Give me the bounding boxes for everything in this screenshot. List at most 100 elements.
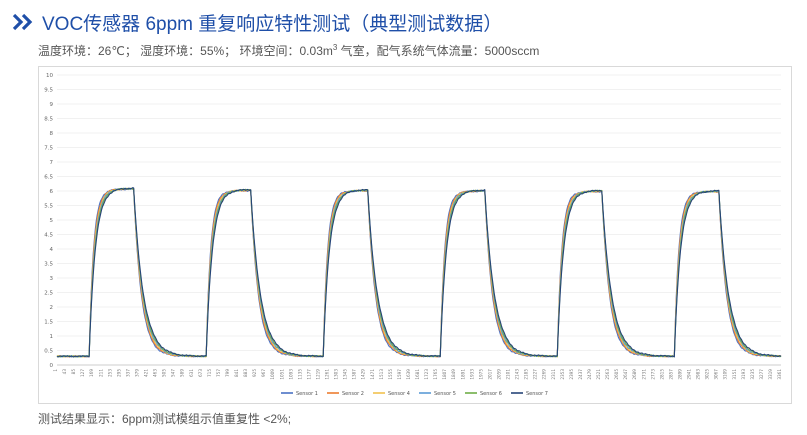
- y-tick-label: 3.5: [44, 262, 53, 268]
- x-tick-label: 3025: [705, 369, 710, 380]
- x-tick-label: 1051: [279, 369, 284, 380]
- y-tick-label: 4.5: [44, 233, 53, 239]
- x-tick-label: 673: [198, 369, 203, 377]
- y-tick-label: 2.5: [44, 291, 53, 297]
- y-tick-label: 2: [50, 305, 54, 311]
- x-tick-label: 1303: [334, 369, 339, 380]
- x-tick-label: 2437: [578, 369, 583, 380]
- x-tick-label: 2941: [687, 369, 692, 380]
- x-tick-label: 3193: [741, 369, 746, 380]
- y-tick-label: 5: [50, 218, 54, 224]
- conditions-suffix: 气室，配气系统气体流量：5000sccm: [337, 44, 540, 58]
- x-tick-label: 1891: [460, 369, 465, 380]
- y-tick-label: 9: [50, 102, 54, 108]
- legend-label: Sensor 7: [526, 391, 548, 397]
- x-tick-label: 211: [98, 369, 103, 377]
- x-tick-label: 1975: [478, 369, 483, 380]
- x-tick-label: 2731: [641, 369, 646, 380]
- x-tick-label: 43: [62, 369, 67, 375]
- series-line-sensor-1: [56, 188, 782, 358]
- x-tick-label: 127: [80, 369, 85, 377]
- x-tick-label: 2101: [506, 369, 511, 380]
- x-tick-label: 1723: [424, 369, 429, 380]
- x-tick-label: 505: [162, 369, 167, 377]
- y-tick-label: 0.5: [44, 349, 53, 355]
- x-tick-label: 3109: [723, 369, 728, 380]
- legend-label: Sensor 4: [388, 391, 410, 397]
- title-row: VOC传感器 6ppm 重复响应特性测试（典型测试数据）: [12, 8, 502, 36]
- x-tick-label: 1093: [288, 369, 293, 380]
- y-tick-label: 4: [50, 247, 54, 253]
- x-tick-label: 2059: [496, 369, 501, 380]
- y-tick-label: 3: [50, 276, 54, 282]
- x-tick-label: 3277: [759, 369, 764, 380]
- x-tick-label: 1429: [361, 369, 366, 380]
- x-tick-label: 169: [89, 369, 94, 377]
- x-tick-label: 1177: [306, 369, 311, 380]
- y-tick-label: 6: [50, 189, 54, 195]
- x-tick-label: 2269: [542, 369, 547, 380]
- x-tick-label: 2479: [587, 369, 592, 380]
- x-tick-label: 841: [234, 369, 239, 377]
- legend-label: Sensor 5: [434, 391, 456, 397]
- x-tick-label: 2185: [524, 369, 529, 380]
- y-tick-label: 0: [50, 363, 54, 369]
- x-tick-label: 1597: [397, 369, 402, 380]
- x-tick-label: 1135: [297, 369, 302, 380]
- y-tick-label: 10: [46, 73, 53, 79]
- legend-label: Sensor 2: [342, 391, 364, 397]
- y-tick-label: 6.5: [44, 175, 53, 181]
- x-tick-label: 2227: [533, 369, 538, 380]
- y-tick-label: 1: [50, 334, 54, 340]
- x-tick-label: 3151: [732, 369, 737, 380]
- x-tick-label: 925: [252, 369, 257, 377]
- x-tick-label: 253: [107, 369, 112, 377]
- x-tick-label: 1555: [388, 369, 393, 380]
- legend: Sensor 1 Sensor 2 Sensor 4 Sensor 5 Sensor 6…: [281, 391, 548, 397]
- x-tick-label: 1219: [315, 369, 320, 380]
- x-tick-label: 3235: [750, 369, 755, 380]
- x-tick-label: 2395: [569, 369, 574, 380]
- conditions-prefix: 温度环境：26℃； 湿度环境：55%； 环境空间：0.03m: [38, 44, 333, 58]
- x-tick-label: 547: [171, 369, 176, 377]
- y-tick-label: 8.5: [44, 117, 53, 123]
- x-tick-label: 2521: [596, 369, 601, 380]
- series-line-sensor-6: [56, 187, 782, 358]
- y-tick-label: 5.5: [44, 204, 53, 210]
- x-tick-label: 3319: [768, 369, 773, 380]
- legend-label: Sensor 6: [480, 391, 502, 397]
- legend-label: Sensor 1: [296, 391, 318, 397]
- x-tick-label: 463: [153, 369, 158, 377]
- x-tick-label: 2311: [551, 369, 556, 380]
- x-tick-label: 1: [53, 369, 58, 372]
- x-tick-label: 2857: [668, 369, 673, 380]
- x-tick-label: 85: [71, 369, 76, 375]
- x-tick-label: 715: [207, 369, 212, 377]
- x-tick-label: 1639: [406, 369, 411, 380]
- x-tick-label: 2647: [623, 369, 628, 380]
- response-line-chart: 0 0.5 1 1.5 2 2.5 3 3.5 4 4.5 5 5.5 6 6.5 7 7.5 8 8.5 9 9.5…: [44, 73, 782, 397]
- x-tick-label: 631: [189, 369, 194, 377]
- x-tick-label: 1807: [442, 369, 447, 380]
- x-tick-label: 967: [261, 369, 266, 377]
- x-tick-label: 2353: [560, 369, 565, 380]
- x-tick-label: 883: [243, 369, 248, 377]
- x-tick-label: 2143: [515, 369, 520, 380]
- x-tick-label: 2689: [632, 369, 637, 380]
- y-axis-ticks: 0 0.5 1 1.5 2 2.5 3 3.5 4 4.5 5 5.5 6 6.5 7 7.5 8 8.5 9 9.5…: [44, 73, 53, 369]
- x-tick-label: 2605: [614, 369, 619, 380]
- x-tick-label: 3067: [714, 369, 719, 380]
- series-line-sensor-4: [56, 187, 782, 358]
- x-tick-label: 1513: [379, 369, 384, 380]
- x-tick-label: 1765: [433, 369, 438, 380]
- grid-lines: [57, 74, 781, 366]
- y-tick-label: 8: [50, 131, 54, 137]
- x-tick-label: 1471: [370, 369, 375, 380]
- double-chevron-icon: [12, 13, 33, 31]
- x-tick-label: 1345: [343, 369, 348, 380]
- y-tick-label: 7: [50, 160, 54, 166]
- x-tick-label: 1009: [270, 369, 275, 380]
- x-tick-label: 2983: [696, 369, 701, 380]
- y-tick-label: 1.5: [44, 320, 53, 326]
- series-lines: [56, 187, 782, 358]
